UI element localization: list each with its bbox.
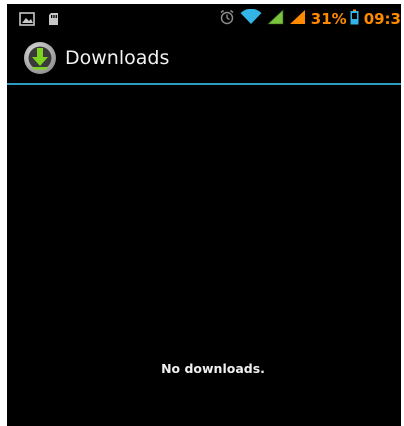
signal-orange-icon (289, 9, 306, 29)
signal-icon (267, 9, 284, 29)
alarm-icon (219, 9, 235, 29)
status-indicators: 31% 09:3 (214, 4, 401, 34)
empty-state-message: No downloads. (161, 361, 265, 376)
battery-icon (350, 9, 359, 29)
downloads-screen: 31% 09:3 Downloads No downloads. (7, 4, 401, 426)
wifi-icon (240, 8, 262, 29)
sd-card-icon (48, 11, 59, 30)
status-bar: 31% 09:3 (7, 4, 401, 34)
page-title: Downloads (65, 47, 170, 69)
download-app-icon[interactable] (23, 41, 57, 75)
downloads-list: No downloads. (7, 85, 401, 426)
image-notification-icon (19, 11, 35, 30)
battery-percent: 31% (310, 10, 347, 28)
action-bar: Downloads (7, 34, 401, 82)
status-clock: 09:3 (363, 10, 401, 28)
